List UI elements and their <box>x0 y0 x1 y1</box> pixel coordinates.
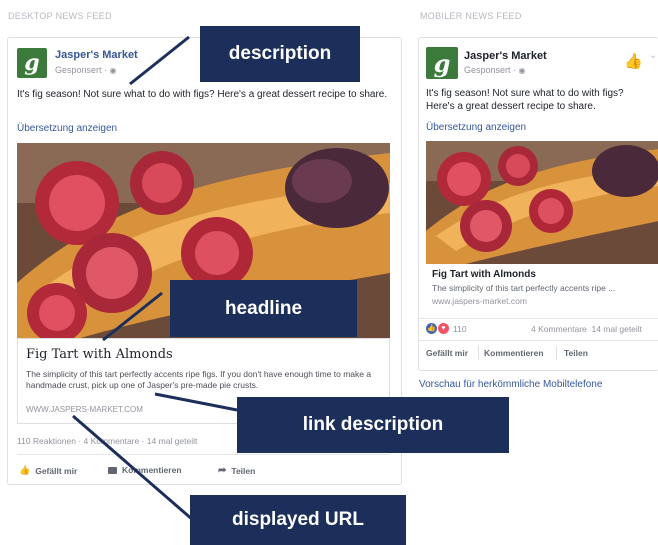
thumbs-up-icon[interactable]: 👍 <box>624 52 643 70</box>
action-divider <box>556 346 557 360</box>
display-url: WWW.JASPERS-MARKET.COM <box>26 405 143 414</box>
chevron-down-icon[interactable]: ⌄ <box>649 50 657 61</box>
divider <box>17 454 390 455</box>
comment-icon <box>108 466 117 474</box>
fig-tart-photo-mobile[interactable] <box>426 141 658 264</box>
comment-button[interactable]: Kommentieren <box>108 465 182 475</box>
mobile-post-card: g Jasper's Market Gesponsert · ◉ 👍 ⌄ It'… <box>418 37 658 371</box>
divider <box>419 340 658 341</box>
brand-logo-mobile[interactable]: g <box>426 47 458 79</box>
love-reaction-icon: ♥ <box>438 323 449 334</box>
globe-icon: ◉ <box>109 66 117 75</box>
reaction-count: 110 <box>453 323 467 334</box>
brand-name-mobile[interactable]: Jasper's Market <box>464 50 547 62</box>
callout-description: description <box>200 26 360 82</box>
brand-logo[interactable]: g <box>17 48 47 78</box>
globe-icon: ◉ <box>518 66 526 75</box>
translate-link-mobile[interactable]: Übersetzung anzeigen <box>426 122 526 133</box>
reactions-summary[interactable]: 110 Reaktionen · 4 Kommentare · 14 mal g… <box>17 436 197 446</box>
like-button[interactable]: 👍 Gefällt mir <box>19 465 77 476</box>
reaction-icons[interactable]: 👍 ♥ 110 <box>426 323 467 334</box>
display-url-mobile: www.jaspers-market.com <box>432 296 527 306</box>
share-arrow-icon: ➦ <box>218 465 227 476</box>
like-button-mobile[interactable]: Gefällt mir <box>426 348 468 358</box>
thumbs-up-icon: 👍 <box>19 465 31 475</box>
callout-link-description: link description <box>237 397 509 453</box>
comment-button-mobile[interactable]: Kommentieren <box>484 348 544 358</box>
share-button[interactable]: ➦ Teilen <box>218 465 255 476</box>
desktop-news-feed-label: DESKTOP NEWS FEED <box>8 11 112 21</box>
brand-name[interactable]: Jasper's Market <box>55 49 138 61</box>
sponsored-label: Gesponsert · ◉ <box>55 65 117 75</box>
link-preview-mobile[interactable]: Fig Tart with Almonds The simplicity of … <box>426 264 658 314</box>
divider <box>419 318 658 319</box>
callout-displayed-url: displayed URL <box>190 495 406 545</box>
link-description: The simplicity of this tart perfectly ac… <box>26 369 372 391</box>
sponsored-label-mobile: Gesponsert · ◉ <box>464 65 526 75</box>
like-reaction-icon: 👍 <box>426 323 437 334</box>
mobile-news-feed-label: MOBILER NEWS FEED <box>420 11 522 21</box>
post-description: It's fig season! Not sure what to do wit… <box>17 89 388 100</box>
post-description-mobile: It's fig season! Not sure what to do wit… <box>426 88 624 112</box>
action-divider <box>478 346 479 360</box>
share-button-mobile[interactable]: Teilen <box>564 348 588 358</box>
callout-headline: headline <box>170 280 357 337</box>
feature-phone-preview-link[interactable]: Vorschau für herkömmliche Mobiltelefone <box>419 379 602 390</box>
translate-link[interactable]: Übersetzung anzeigen <box>17 123 117 134</box>
link-description-mobile: The simplicity of this tart perfectly ac… <box>432 283 616 293</box>
link-headline-mobile[interactable]: Fig Tart with Almonds <box>432 269 536 280</box>
link-headline[interactable]: Fig Tart with Almonds <box>26 347 173 362</box>
fig-tart-image-mobile <box>426 141 658 264</box>
comment-share-count[interactable]: 4 Kommentare 14 mal geteilt <box>531 324 642 334</box>
